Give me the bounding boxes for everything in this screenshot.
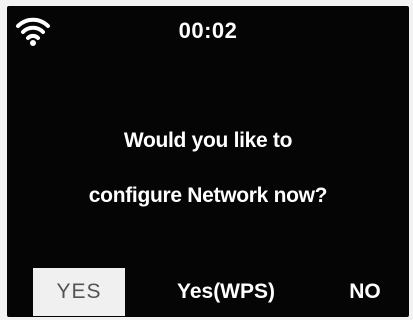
dialog-message-line1: Would you like to [123,129,293,152]
device-frame: 00:02 Would you like to configure Networ… [0,0,413,320]
dialog-message-line2: configure Network now? [88,184,328,207]
clock-time: 00:02 [178,18,238,43]
option-bar: YES Yes(WPS) NO [7,268,409,316]
no-option-button[interactable]: NO [337,268,393,316]
yes-wps-option-button[interactable]: Yes(WPS) [157,268,295,316]
lcd-screen: 00:02 Would you like to configure Networ… [7,6,409,317]
yes-option-button[interactable]: YES [33,268,125,316]
